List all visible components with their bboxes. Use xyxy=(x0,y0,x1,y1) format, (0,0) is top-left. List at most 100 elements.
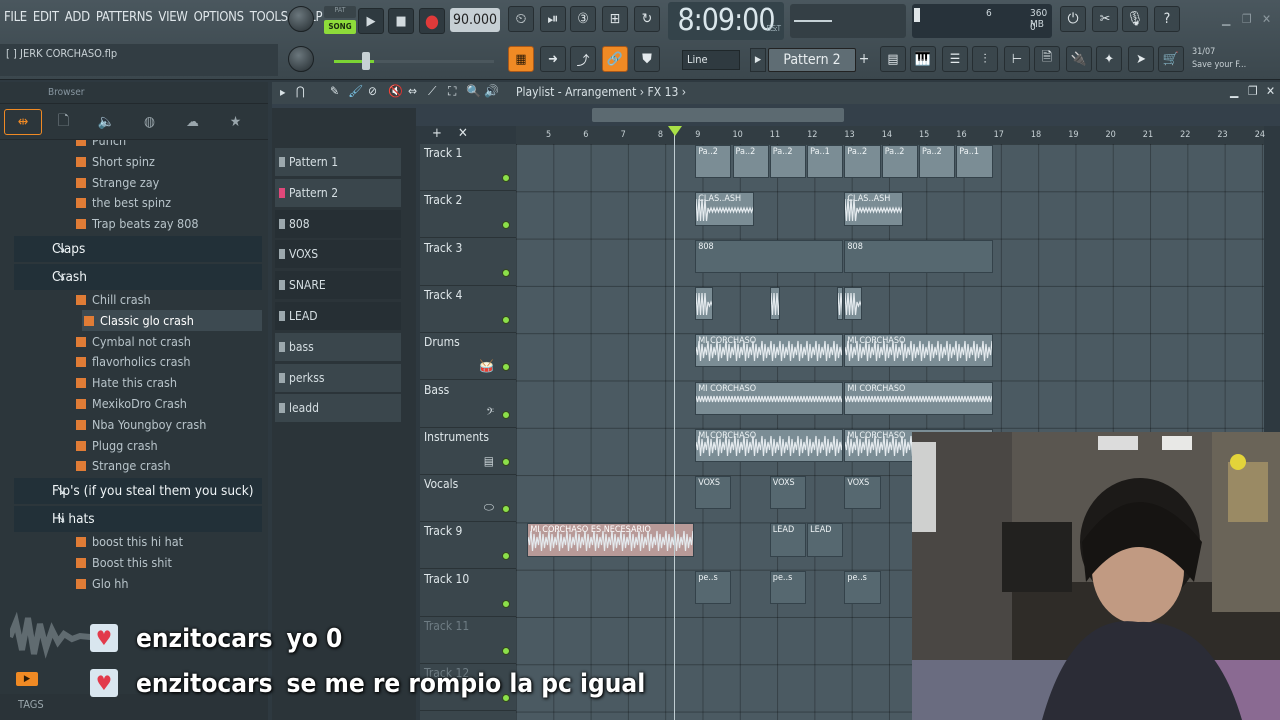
browser-file[interactable]: Plugg crash xyxy=(76,435,158,456)
metronome-icon[interactable]: ⏲ xyxy=(508,6,534,32)
microphone-icon[interactable]: 🎙 xyxy=(1122,6,1148,32)
record-button[interactable]: ● xyxy=(419,8,445,34)
playlist-clip[interactable]: pe..s xyxy=(769,570,807,604)
step-edit-icon[interactable]: ⊞ xyxy=(602,6,628,32)
playlist-clip[interactable]: VOXS xyxy=(769,476,807,510)
wait-input-icon[interactable]: ⏯ xyxy=(540,6,566,32)
playlist-minimize-icon[interactable]: ▁ xyxy=(1230,84,1238,98)
song-mode[interactable]: SONG xyxy=(324,20,356,34)
timeline-scrollbar[interactable] xyxy=(592,108,844,122)
menu-patterns[interactable]: PATTERNS xyxy=(96,10,153,25)
arrow-icon[interactable]: ➜ xyxy=(540,46,566,72)
pattern-picker-item[interactable]: perkss xyxy=(275,363,401,392)
maximize-icon[interactable]: ❐ xyxy=(1242,12,1252,26)
playlist-close-icon[interactable]: ✕ xyxy=(1266,84,1275,98)
playlist-clip[interactable]: Pa..2 xyxy=(919,145,956,179)
browser-file[interactable]: the best spinz xyxy=(76,192,171,213)
speaker-tab-icon[interactable]: 🔈 xyxy=(85,109,128,135)
browser-file[interactable]: Chill crash xyxy=(76,289,151,310)
track-header[interactable]: Track 4 xyxy=(420,286,516,333)
pattern-picker-item[interactable]: 808 xyxy=(275,209,401,238)
browser-folder[interactable]: ➘ Crash xyxy=(14,263,262,290)
playlist-clip[interactable]: Pa..1 xyxy=(956,145,993,179)
browser-folder[interactable]: ➘ Hi hats xyxy=(14,505,262,532)
browser-file-selected[interactable]: Classic glo crash xyxy=(82,309,262,331)
playlist-maximize-icon[interactable]: ❐ xyxy=(1248,84,1258,98)
master-volume-knob[interactable] xyxy=(288,6,314,32)
track-mute-led[interactable] xyxy=(502,268,510,277)
zoom-icon[interactable]: 🔍 xyxy=(466,84,481,98)
play-button[interactable]: ▶ xyxy=(358,8,384,34)
piano-roll-icon[interactable]: 🎹 xyxy=(910,46,936,72)
playlist-clip[interactable]: MI CORCHASO xyxy=(695,334,844,368)
track-header[interactable]: Drums 🥁 xyxy=(420,333,516,381)
playlist-clip[interactable] xyxy=(769,286,780,321)
browser-tree-icon[interactable]: ⊢ xyxy=(1004,46,1030,72)
track-mute-led[interactable] xyxy=(502,457,510,466)
browser-folder[interactable]: ➘ Flp's (if you steal them you suck) xyxy=(14,478,262,505)
pattern-picker-item[interactable]: leadd xyxy=(275,394,401,423)
tools-icon[interactable]: ✂ xyxy=(1092,6,1118,32)
magnet-icon[interactable]: ⋂ xyxy=(296,84,305,98)
track-mute-led[interactable] xyxy=(502,552,510,561)
playlist-clip[interactable] xyxy=(844,286,863,321)
pattern-picker-item[interactable]: Pattern 1 xyxy=(275,148,401,176)
pat-mode[interactable]: PAT xyxy=(324,6,356,18)
mixer-icon[interactable]: ⫶ xyxy=(972,46,998,72)
send-icon[interactable]: ➤ xyxy=(1128,46,1154,72)
track-mute-led[interactable] xyxy=(502,174,510,182)
track-header[interactable]: Track 11 xyxy=(420,617,516,664)
playlist-clip[interactable]: LEAD xyxy=(769,523,807,557)
browser-folder[interactable]: ➘ Claps xyxy=(14,236,262,262)
track-header[interactable]: Track 9 xyxy=(420,522,516,570)
all-tab-icon[interactable]: ⇹ xyxy=(4,108,42,135)
project-icon[interactable]: 🗎 xyxy=(1034,46,1060,72)
track-mute-led[interactable] xyxy=(502,505,510,514)
browser-file[interactable]: Cymbal not crash xyxy=(76,331,191,352)
track-header[interactable]: Track 3 xyxy=(420,239,516,286)
master-pitch-knob[interactable] xyxy=(288,46,314,72)
news-hint[interactable]: 31/07 Save your F... xyxy=(1192,46,1246,72)
browser-file[interactable]: MexikoDro Crash xyxy=(76,393,187,414)
curve-icon[interactable]: ⤴ xyxy=(570,46,596,72)
playlist-clip[interactable]: Pa..2 xyxy=(732,145,769,179)
channel-rack-icon[interactable]: ☰ xyxy=(942,46,968,72)
close-icon[interactable]: ✕ xyxy=(1262,12,1271,26)
browser-file[interactable]: boost this hi hat xyxy=(76,531,183,552)
track-header[interactable]: Bass 𝄢 xyxy=(420,381,516,428)
playlist-clip[interactable] xyxy=(695,286,713,321)
playlist-clip[interactable]: Pa..2 xyxy=(881,145,918,179)
browser-file[interactable]: Hate this crash xyxy=(76,372,177,393)
playlist-clip[interactable]: 808 xyxy=(695,239,844,273)
song-position-clock[interactable]: 8:09:00 B:S:T xyxy=(668,2,784,40)
slice-icon[interactable]: ⟋ xyxy=(428,84,436,99)
cart-icon[interactable]: 🛒 xyxy=(1158,46,1184,72)
playlist-clip[interactable]: MI CORCHASO xyxy=(844,381,993,415)
countdown-icon[interactable]: ③ xyxy=(570,6,596,32)
master-volume-handle[interactable] xyxy=(362,52,370,70)
track-mute-led[interactable] xyxy=(502,221,510,230)
delete-icon[interactable]: ⊘ xyxy=(368,84,377,98)
add-pattern-icon[interactable]: + xyxy=(856,48,872,72)
track-mute-led[interactable] xyxy=(502,647,510,655)
track-mute-led[interactable] xyxy=(502,410,510,419)
browser-file[interactable]: Nba Youngboy crash xyxy=(76,414,206,435)
menu-file[interactable]: FILE xyxy=(4,10,27,25)
track-header[interactable]: Track 2 xyxy=(420,191,516,239)
brush-icon[interactable]: 🖌 xyxy=(348,84,363,98)
link-icon[interactable]: 🔗 xyxy=(602,46,628,72)
playlist-clip[interactable]: VOXS xyxy=(695,476,732,510)
pattern-prev-icon[interactable]: ▶ xyxy=(750,48,766,72)
plugin-icon[interactable]: 🔌 xyxy=(1066,46,1092,72)
track-header[interactable]: Track 1 xyxy=(420,144,516,191)
power-icon[interactable]: ⏻ xyxy=(1060,6,1086,32)
add-track-icon[interactable]: + xyxy=(432,126,442,141)
wand-icon[interactable]: ✦ xyxy=(1096,46,1122,72)
browser-file[interactable]: Strange crash xyxy=(76,455,171,476)
playlist-clip[interactable] xyxy=(836,286,844,321)
playlist-clip[interactable]: Pa..2 xyxy=(695,145,732,179)
pattern-picker-item[interactable]: SNARE xyxy=(275,271,401,300)
mute-icon[interactable]: 🔇 xyxy=(388,84,403,98)
pattern-selector[interactable]: Pattern 2 xyxy=(768,48,856,72)
remove-icon[interactable]: ✕ xyxy=(458,126,468,141)
